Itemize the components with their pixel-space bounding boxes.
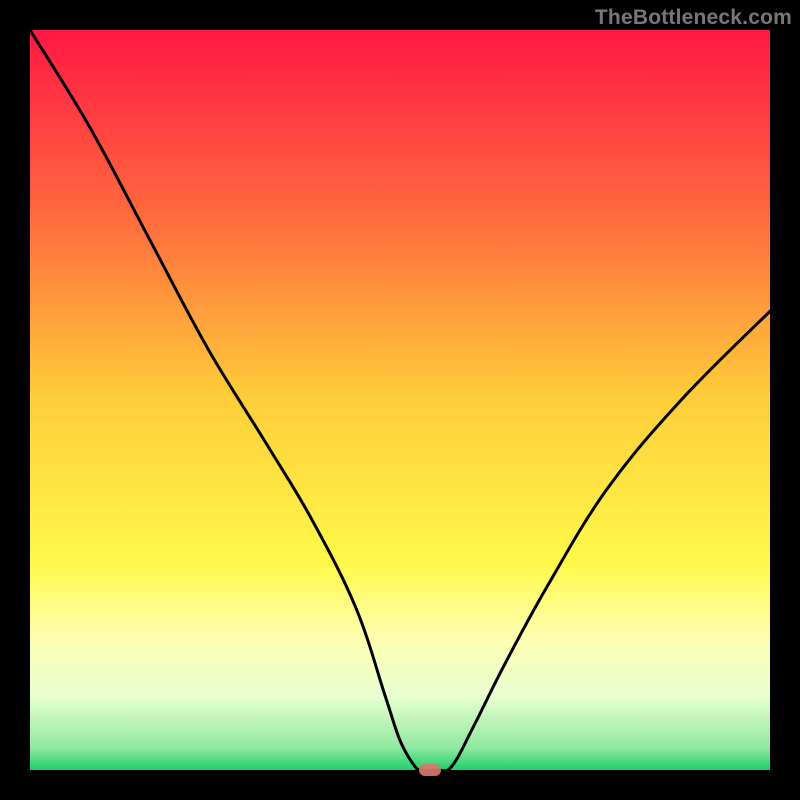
chart-frame: TheBottleneck.com: [0, 0, 800, 800]
bottleneck-curve: [30, 30, 770, 770]
watermark-text: TheBottleneck.com: [595, 6, 792, 30]
optimal-point-marker: [419, 764, 441, 776]
plot-area: [30, 30, 770, 770]
